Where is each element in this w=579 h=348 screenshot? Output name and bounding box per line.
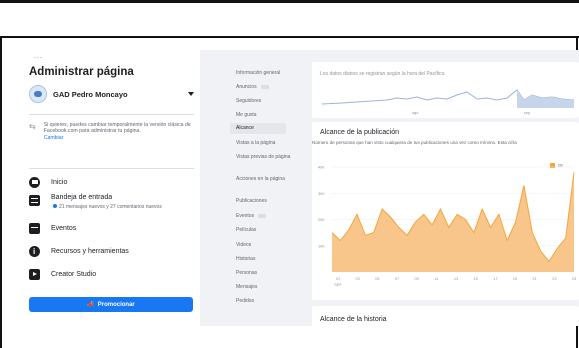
inbox-summary-text: 21 mensajes nuevos y 27 comentarios nuev…	[59, 204, 162, 210]
switch-arrows-icon: ⇆	[29, 122, 36, 131]
inbox-summary: 21 mensajes nuevos y 27 comentarios nuev…	[53, 204, 162, 210]
x-tick-label: 17	[493, 277, 497, 281]
frame-border-right-bottom	[576, 326, 578, 348]
megaphone-icon: 📣	[87, 302, 95, 308]
x-tick-label: 05	[375, 277, 379, 281]
x-tick-label: 01	[336, 277, 340, 281]
x-tick-label: 07	[395, 277, 399, 281]
divider	[29, 168, 194, 169]
nav-item-recursos[interactable]: Recursos y herramientas	[29, 243, 197, 259]
submenu-item-label: Anuncios	[236, 84, 257, 90]
submenu-item-eventos[interactable]: Eventos	[236, 213, 296, 219]
y-axis: 40K 30K 20K 10K	[318, 166, 325, 249]
x-tick-label: 11	[434, 277, 438, 281]
page-name: GAD Pedro Moncayo	[53, 89, 128, 99]
x-tick-label: 09	[415, 277, 419, 281]
reach-area	[332, 172, 574, 272]
x-axis: 01 03 05 07 09 11 13 15 17 19 21 23 25 SEP	[334, 277, 576, 287]
sparkline-tick-label: sep	[524, 111, 530, 115]
x-tick-label: 19	[513, 277, 517, 281]
x-tick-label: 23	[552, 277, 556, 281]
submenu-item[interactable]: Seguidores	[236, 98, 296, 104]
unread-dot-icon	[53, 204, 57, 208]
nav-label: Recursos y herramientas	[51, 247, 129, 255]
home-icon	[29, 176, 40, 188]
post-reach-panel: Alcance de la publicación Número de pers…	[312, 122, 579, 300]
y-tick-label: 40K	[318, 166, 325, 170]
y-tick-label: 20K	[318, 218, 325, 222]
nav-item-inicio[interactable]: Inicio	[29, 174, 197, 190]
screenshot-frame: ... Administrar página GAD Pedro Moncayo…	[0, 0, 579, 348]
calendar-icon	[29, 222, 40, 234]
promote-label: Promocionar	[97, 301, 135, 308]
nav-label: Bandeja de entrada	[51, 193, 113, 201]
x-tick-label: 15	[474, 277, 478, 281]
submenu-item[interactable]: Vistas previas de página	[236, 154, 296, 160]
submenu-item[interactable]: Publicaciones	[236, 198, 296, 204]
story-reach-title: Alcance de la historia	[320, 316, 387, 323]
caret-down-icon[interactable]	[188, 92, 194, 96]
inbox-icon	[29, 194, 40, 206]
x-tick-label: 13	[454, 277, 458, 281]
submenu-item-anuncios[interactable]: Anuncios	[236, 84, 296, 90]
creator-studio-icon	[29, 268, 40, 280]
submenu-item[interactable]: Vistas a la página	[236, 140, 296, 146]
y-tick-label: 30K	[318, 192, 325, 196]
insights-submenu: Información general Anuncios Seguidores …	[200, 50, 302, 326]
submenu-item[interactable]: Acciones en la página	[236, 176, 296, 182]
sidebar: ... Administrar página GAD Pedro Moncayo…	[20, 50, 200, 326]
submenu-item[interactable]: Películas	[236, 227, 296, 233]
submenu-item[interactable]: Personas	[236, 270, 296, 276]
nav-label: Inicio	[51, 178, 68, 186]
story-reach-panel: Alcance de la historia	[312, 306, 579, 326]
badge-icon	[258, 213, 267, 218]
frame-border-middle	[0, 36, 579, 38]
frame-border-right-top	[576, 38, 578, 50]
facebook-page-manager: ... Administrar página GAD Pedro Moncayo…	[20, 50, 579, 326]
submenu-item[interactable]: Pedidos	[236, 298, 296, 304]
nav-label: Creator Studio	[51, 270, 97, 278]
nav-label: Eventos	[51, 224, 77, 232]
page-selector[interactable]: GAD Pedro Moncayo	[29, 84, 194, 104]
divider	[29, 114, 194, 115]
nav-item-eventos[interactable]: Eventos	[29, 220, 197, 236]
notice-text: Si quieres, puedes cambiar temporalmente…	[44, 122, 197, 141]
sidebar-handle: ...	[34, 53, 43, 60]
x-tick-label: 21	[533, 277, 537, 281]
post-reach-chart: 40K 30K 20K 10K 01 03 05 07 09 11 13 15 17 19 21 23 25 S…	[318, 166, 576, 288]
submenu-item[interactable]: Me gusta	[236, 112, 296, 118]
promote-button[interactable]: 📣 Promocionar	[29, 297, 193, 312]
x-axis-month-label: SEP	[334, 283, 342, 287]
notice-message: Si quieres, puedes cambiar temporalmente…	[43, 122, 191, 135]
x-tick-label: 03	[356, 277, 360, 281]
nav-item-creator-studio[interactable]: Creator Studio	[29, 266, 197, 282]
y-tick-label: 10K	[318, 244, 325, 248]
submenu-item[interactable]: Historias	[236, 256, 296, 262]
submenu-item[interactable]: Mensajes	[236, 284, 296, 290]
submenu-item-active[interactable]: Alcance	[230, 123, 286, 134]
info-icon	[29, 245, 40, 257]
switch-version-link[interactable]: Cambiar	[44, 135, 197, 141]
frame-border-top	[0, 0, 579, 3]
page-avatar	[29, 85, 47, 103]
submenu-item[interactable]: Videos	[236, 242, 296, 248]
overview-sparkline: ago sep	[321, 89, 575, 115]
submenu-item[interactable]: Información general	[236, 70, 296, 76]
badge-icon	[260, 84, 269, 89]
frame-border-left	[0, 36, 2, 348]
classic-version-notice: ⇆ Si quieres, puedes cambiar temporalmen…	[29, 122, 197, 141]
sparkline-tick-label: ago	[412, 111, 418, 115]
sidebar-title: Administrar página	[29, 66, 134, 78]
x-tick-label: 25	[572, 277, 576, 281]
daily-data-panel: Los datos diarios se registran según la …	[312, 62, 579, 118]
submenu-item-label: Eventos	[236, 213, 255, 219]
